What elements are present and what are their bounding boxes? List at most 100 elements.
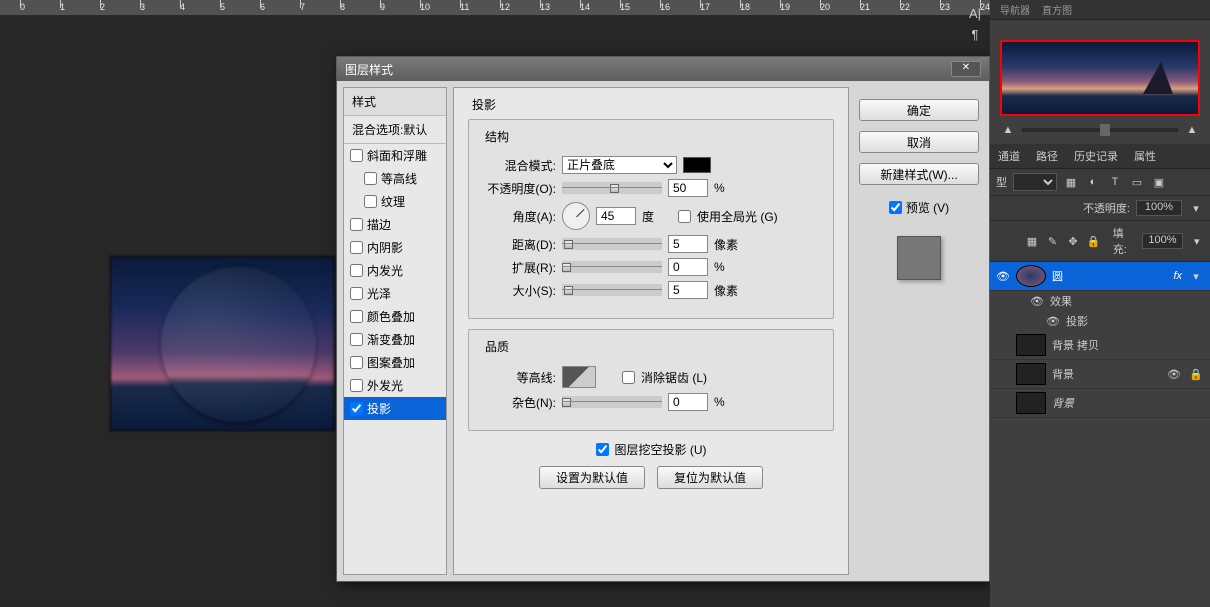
layer-kind-select[interactable] (1013, 173, 1057, 191)
zoom-out-icon[interactable]: ▲ (1000, 122, 1016, 138)
angle-dial[interactable] (562, 202, 590, 230)
lock-paint-icon[interactable]: ✎ (1045, 233, 1060, 249)
tab-history[interactable]: 历史记录 (1066, 144, 1126, 168)
opacity-slider[interactable] (562, 182, 662, 194)
style-item-label: 内阴影 (367, 239, 403, 256)
distance-slider[interactable] (562, 238, 662, 250)
lock-all-icon[interactable]: 🔒 (1086, 233, 1101, 249)
close-icon[interactable]: ✕ (951, 61, 981, 77)
lock-move-icon[interactable]: ✥ (1066, 233, 1081, 249)
filter-adjust-icon[interactable]: ◐ (1085, 174, 1101, 190)
style-checkbox[interactable] (350, 149, 363, 162)
style-item-9[interactable]: 图案叠加 (344, 351, 446, 374)
visibility-eye-icon[interactable]: 👁 (1166, 366, 1182, 382)
noise-input[interactable] (668, 393, 708, 411)
style-item-label: 内发光 (367, 262, 403, 279)
layer-opacity-value[interactable]: 100% (1136, 200, 1182, 216)
layer-effects-row[interactable]: 👁 效果 (990, 291, 1210, 311)
style-item-4[interactable]: 内阴影 (344, 236, 446, 259)
distance-input[interactable] (668, 235, 708, 253)
layer-thumbnail[interactable] (1016, 334, 1046, 356)
fill-value[interactable]: 100% (1142, 233, 1184, 249)
style-checkbox[interactable] (350, 287, 363, 300)
blend-options-header[interactable]: 混合选项:默认 (344, 116, 446, 144)
style-item-2[interactable]: 纹理 (344, 190, 446, 213)
contour-picker[interactable] (562, 366, 596, 388)
tab-properties[interactable]: 属性 (1126, 144, 1164, 168)
chevron-down-icon[interactable]: ▾ (1188, 200, 1204, 216)
style-item-3[interactable]: 描边 (344, 213, 446, 236)
filter-pixel-icon[interactable]: ▦ (1063, 174, 1079, 190)
layer-thumbnail[interactable] (1016, 363, 1046, 385)
tab-channels[interactable]: 通道 (990, 144, 1028, 168)
chevron-down-icon[interactable]: ▾ (1188, 268, 1204, 284)
size-slider[interactable] (562, 284, 662, 296)
preview-label: 预览 (V) (906, 199, 949, 216)
antialias-checkbox[interactable] (622, 371, 635, 384)
style-checkbox[interactable] (364, 172, 377, 185)
ok-button[interactable]: 确定 (859, 99, 979, 121)
paragraph-panel-icon[interactable]: ¶ (964, 27, 986, 42)
knockout-checkbox[interactable] (596, 443, 609, 456)
lock-trans-icon[interactable]: ▦ (1025, 233, 1040, 249)
shadow-color-swatch[interactable] (683, 157, 711, 173)
dialog-titlebar[interactable]: 图层样式 ✕ (337, 57, 989, 81)
size-input[interactable] (668, 281, 708, 299)
dialog-title-text: 图层样式 (345, 61, 393, 78)
opacity-input[interactable] (668, 179, 708, 197)
chevron-down-icon[interactable]: ▾ (1189, 233, 1204, 249)
histogram-tab-hidden[interactable]: 直方图 (1036, 0, 1078, 19)
filter-smart-icon[interactable]: ▣ (1151, 174, 1167, 190)
spread-input[interactable] (668, 258, 708, 276)
navigator-zoom-slider[interactable]: ▲ ▲ (1000, 122, 1200, 138)
styles-header[interactable]: 样式 (344, 88, 446, 116)
style-item-0[interactable]: 斜面和浮雕 (344, 144, 446, 167)
tab-paths[interactable]: 路径 (1028, 144, 1066, 168)
layer-effect-dropshadow[interactable]: 👁 投影 (990, 311, 1210, 331)
style-checkbox[interactable] (350, 218, 363, 231)
layer-row-bgcopy[interactable]: 背景 拷贝 (990, 331, 1210, 360)
structure-group: 结构 混合模式: 正片叠底 不透明度(O): % 角度(A): 度 (468, 119, 834, 319)
style-item-7[interactable]: 颜色叠加 (344, 305, 446, 328)
spread-slider[interactable] (562, 261, 662, 273)
style-checkbox[interactable] (350, 379, 363, 392)
mid-tabs: 通道 路径 历史记录 属性 (990, 144, 1210, 169)
make-default-button[interactable]: 设置为默认值 (539, 466, 645, 489)
style-checkbox[interactable] (350, 241, 363, 254)
layer-row-circle[interactable]: 👁 圆 fx ▾ (990, 262, 1210, 291)
filter-shape-icon[interactable]: ▭ (1129, 174, 1145, 190)
noise-slider[interactable] (562, 396, 662, 408)
style-item-11[interactable]: 投影 (344, 397, 446, 420)
new-style-button[interactable]: 新建样式(W)... (859, 163, 979, 185)
style-checkbox[interactable] (350, 310, 363, 323)
global-light-checkbox[interactable] (678, 210, 691, 223)
style-checkbox[interactable] (350, 402, 363, 415)
layer-thumbnail[interactable] (1016, 392, 1046, 414)
layer-row-bg[interactable]: 背景 👁 🔒 (990, 360, 1210, 389)
layer-row-bg2[interactable]: 背景 (990, 389, 1210, 418)
style-item-10[interactable]: 外发光 (344, 374, 446, 397)
visibility-icon[interactable]: 👁 (1046, 315, 1060, 328)
filter-type-icon[interactable]: T (1107, 174, 1123, 190)
visibility-icon[interactable]: 👁 (1030, 295, 1044, 308)
style-checkbox[interactable] (364, 195, 377, 208)
layer-thumbnail[interactable] (1016, 265, 1046, 287)
navigator-thumbnail[interactable] (1000, 40, 1200, 116)
style-checkbox[interactable] (350, 333, 363, 346)
style-item-5[interactable]: 内发光 (344, 259, 446, 282)
zoom-in-icon[interactable]: ▲ (1184, 122, 1200, 138)
style-item-8[interactable]: 渐变叠加 (344, 328, 446, 351)
fx-badge[interactable]: fx (1173, 270, 1182, 282)
character-panel-icon[interactable]: A| (964, 6, 986, 21)
navigator-tab-hidden[interactable]: 导航器 (994, 0, 1036, 19)
cancel-button[interactable]: 取消 (859, 131, 979, 153)
blend-mode-select[interactable]: 正片叠底 (562, 156, 677, 174)
reset-default-button[interactable]: 复位为默认值 (657, 466, 763, 489)
preview-checkbox[interactable] (889, 201, 902, 214)
visibility-icon[interactable]: 👁 (996, 270, 1010, 283)
style-item-1[interactable]: 等高线 (344, 167, 446, 190)
style-checkbox[interactable] (350, 356, 363, 369)
angle-input[interactable] (596, 207, 636, 225)
style-item-6[interactable]: 光泽 (344, 282, 446, 305)
style-checkbox[interactable] (350, 264, 363, 277)
